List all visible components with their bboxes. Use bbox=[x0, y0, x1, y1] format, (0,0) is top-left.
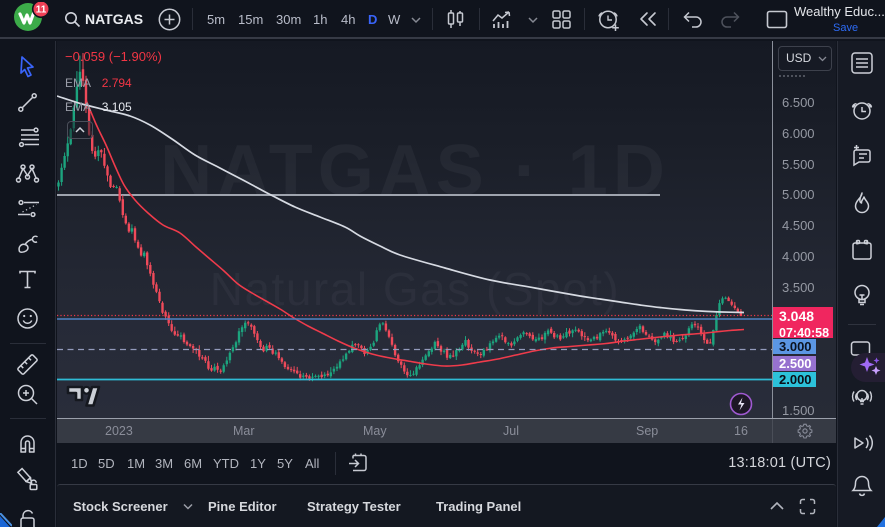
svg-text:11: 11 bbox=[36, 5, 47, 16]
svg-text:NATGAS · 1D: NATGAS · 1D bbox=[160, 131, 670, 211]
svg-text:Natural Gas (Spot): Natural Gas (Spot) bbox=[210, 263, 620, 315]
